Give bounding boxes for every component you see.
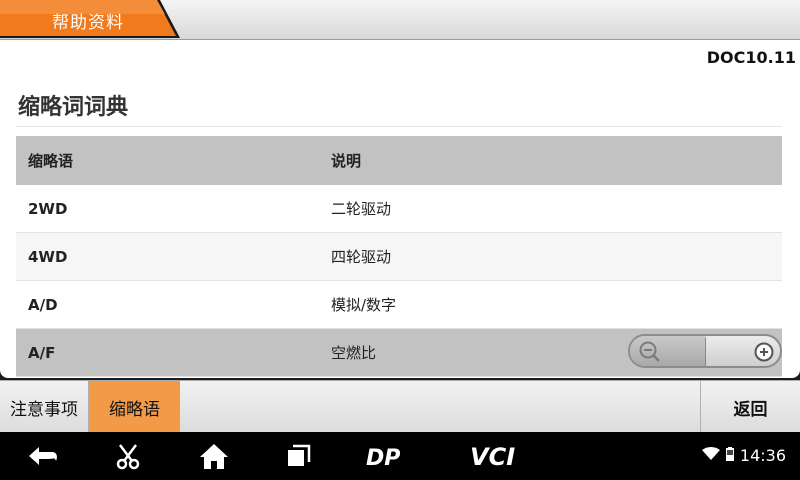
column-header-desc: 说明 bbox=[331, 152, 362, 170]
table-row[interactable]: A/D 模拟/数字 bbox=[16, 281, 782, 329]
bottom-tab-bar: 注意事项 缩略语 返回 bbox=[0, 380, 800, 433]
table-header: 缩略语 说明 bbox=[16, 136, 782, 185]
document-title: 缩略词词典 bbox=[18, 95, 129, 120]
title-tab: 帮助资料 bbox=[0, 0, 180, 38]
zoom-in-icon[interactable] bbox=[752, 340, 776, 364]
system-nav-bar: DP VCI 14:36 bbox=[0, 432, 800, 480]
back-arrow-icon[interactable] bbox=[26, 444, 60, 472]
home-icon[interactable] bbox=[199, 442, 229, 474]
dp-logo[interactable]: DP bbox=[366, 446, 418, 472]
abbr-cell: 2WD bbox=[28, 199, 68, 218]
tab-notice[interactable]: 注意事项 bbox=[0, 381, 89, 433]
zoom-out-icon[interactable] bbox=[638, 340, 662, 364]
wifi-icon bbox=[701, 446, 720, 465]
recents-icon[interactable] bbox=[286, 444, 312, 472]
top-bar: 帮助资料 bbox=[0, 0, 800, 40]
abbr-cell: A/F bbox=[28, 343, 56, 362]
vci-logo[interactable]: VCI bbox=[468, 443, 528, 472]
title-divider bbox=[16, 126, 782, 127]
abbr-cell: A/D bbox=[28, 295, 58, 314]
abbr-cell: 4WD bbox=[28, 247, 68, 266]
zoom-control bbox=[628, 334, 782, 368]
column-header-abbr: 缩略语 bbox=[28, 152, 74, 170]
battery-icon bbox=[725, 446, 734, 465]
vci-label: VCI bbox=[470, 444, 515, 468]
clock: 14:36 bbox=[739, 446, 786, 465]
status-area: 14:36 bbox=[701, 446, 786, 465]
desc-cell: 二轮驱动 bbox=[331, 200, 392, 218]
content-panel[interactable]: DOC10.11 缩略词词典 缩略语 说明 2WD 二轮驱动 4WD 四轮驱动 … bbox=[0, 40, 800, 378]
desc-cell: 四轮驱动 bbox=[331, 248, 392, 266]
tab-abbreviations[interactable]: 缩略语 bbox=[89, 381, 180, 433]
back-button[interactable]: 返回 bbox=[700, 381, 800, 433]
table-row[interactable]: 4WD 四轮驱动 bbox=[16, 233, 782, 281]
table-row[interactable]: 2WD 二轮驱动 bbox=[16, 185, 782, 233]
desc-cell: 模拟/数字 bbox=[331, 296, 397, 314]
scissors-icon[interactable] bbox=[114, 442, 142, 474]
page-title: 帮助资料 bbox=[52, 13, 124, 33]
dp-label: DP bbox=[366, 446, 400, 468]
document-code: DOC10.11 bbox=[706, 48, 796, 67]
